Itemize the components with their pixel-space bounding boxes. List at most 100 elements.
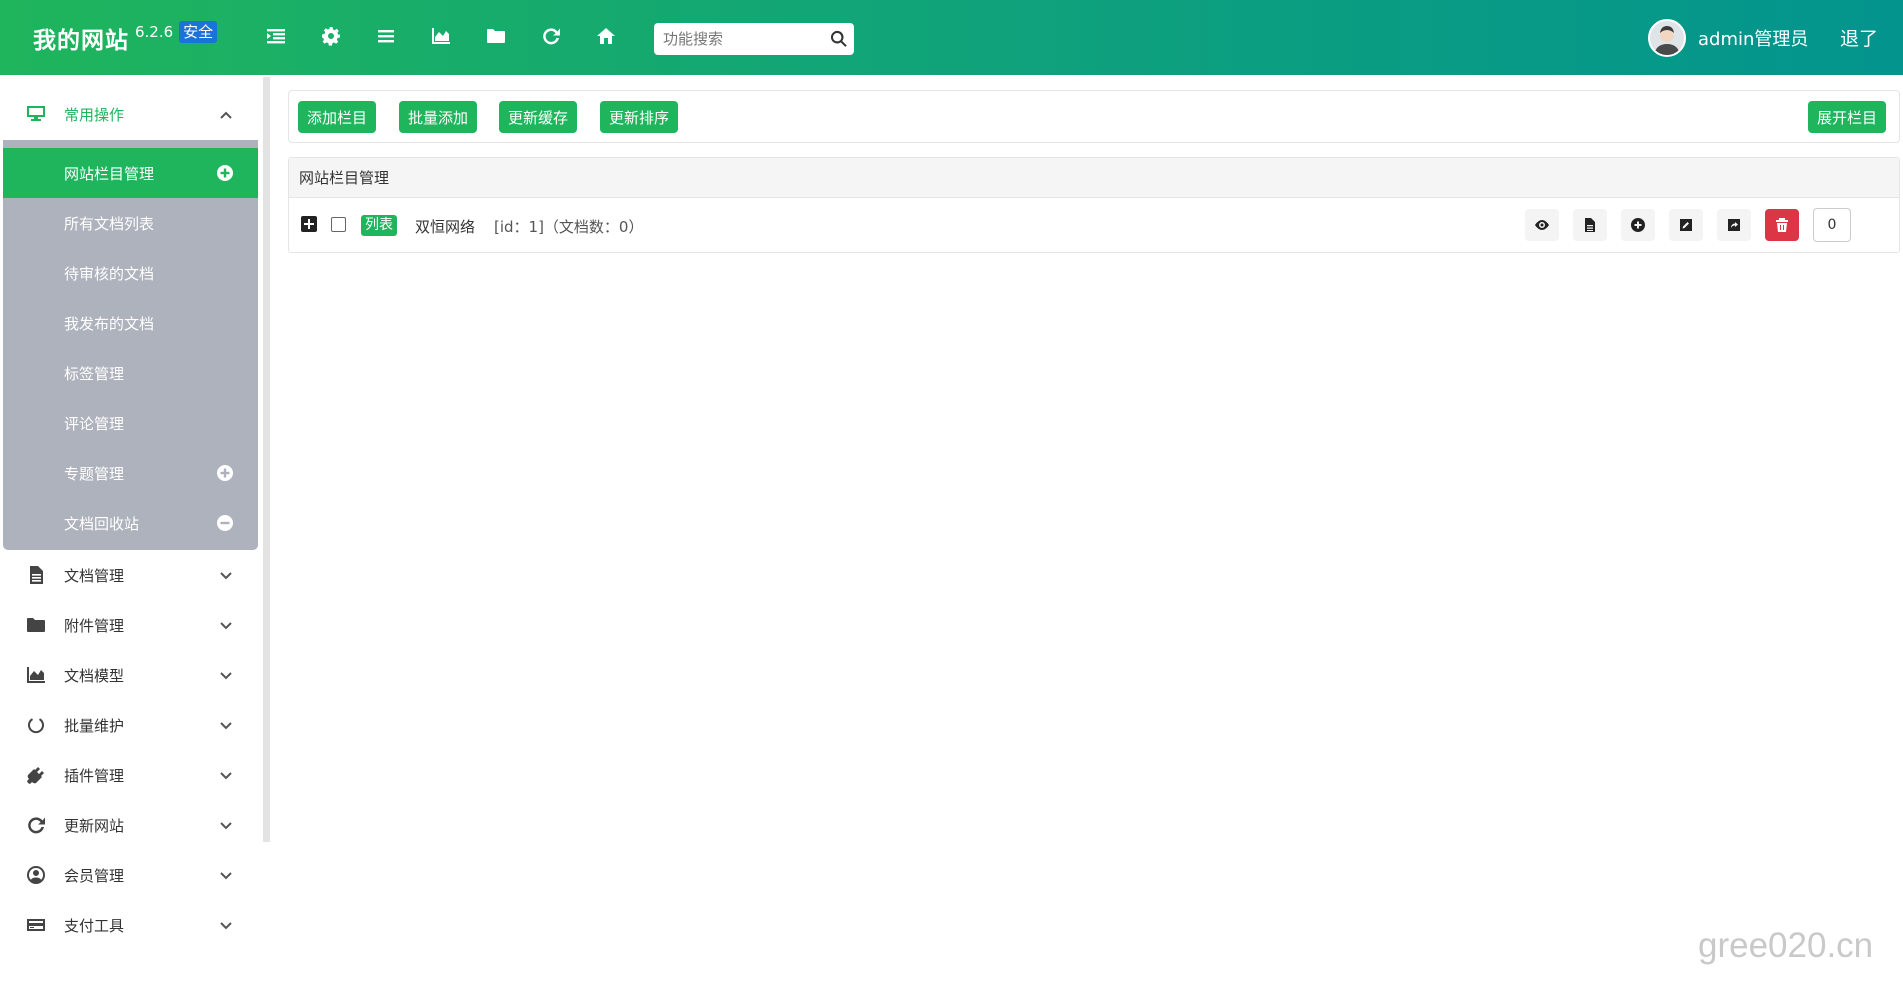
avatar[interactable] (1648, 19, 1686, 57)
plus-circle-icon[interactable] (1621, 209, 1655, 241)
submenu-item-label: 标签管理 (64, 364, 125, 383)
action-bar: 添加栏目 批量添加 更新缓存 更新排序 展开栏目 (288, 90, 1900, 143)
chevron-up-icon[interactable] (219, 108, 233, 122)
eye-icon[interactable] (1525, 209, 1559, 241)
area-chart-icon[interactable] (427, 22, 455, 50)
user-menu[interactable]: admin管理员 (1648, 19, 1808, 57)
submenu-item-label: 网站栏目管理 (64, 164, 155, 183)
minus-circle-icon[interactable] (216, 514, 234, 532)
chevron-down-icon[interactable] (219, 818, 233, 832)
update-cache-button[interactable]: 更新缓存 (499, 101, 578, 133)
circle-notch-icon (26, 715, 46, 735)
list-icon[interactable] (372, 22, 400, 50)
credit-card-icon (26, 915, 46, 935)
refresh-icon (26, 815, 46, 835)
submenu-item-comments[interactable]: 评论管理 (3, 398, 258, 448)
logout-link[interactable]: 退了 (1840, 24, 1878, 51)
plus-square-icon[interactable] (301, 216, 317, 232)
submenu-item-all-docs[interactable]: 所有文档列表 (3, 198, 258, 248)
menu-group-label: 支付工具 (64, 916, 125, 935)
sidebar: 常用操作 网站栏目管理 所有文档列表 待审核的文档 我发布的文档 标签管理 评论… (0, 75, 265, 950)
trash-icon[interactable] (1765, 209, 1799, 241)
top-header: 我的网站 6.2.6 安全 功能搜索 admin管理员 退了 (0, 0, 1903, 75)
plug-icon (26, 765, 46, 785)
menu-group-models[interactable]: 文档模型 (0, 650, 265, 700)
menu-group-update-site[interactable]: 更新网站 (0, 800, 265, 850)
menu-group-label: 常用操作 (64, 106, 125, 124)
search-box (654, 23, 854, 55)
chevron-down-icon[interactable] (219, 868, 233, 882)
sidebar-scrollbar[interactable] (263, 77, 270, 842)
submenu-item-column-manage[interactable]: 网站栏目管理 (3, 148, 258, 198)
submenu-item-recycle-bin[interactable]: 文档回收站 (3, 498, 258, 548)
expand-columns-button[interactable]: 展开栏目 (1808, 101, 1887, 133)
menu-group-common[interactable]: 常用操作 (0, 75, 265, 140)
batch-add-button[interactable]: 批量添加 (399, 101, 478, 133)
folder-icon (26, 615, 46, 635)
column-name-link[interactable]: 双恒网络 (415, 216, 475, 237)
version-label: 6.2.6 (135, 23, 174, 41)
search-icon[interactable] (824, 24, 854, 54)
submenu-item-label: 专题管理 (64, 464, 125, 483)
menu-group-payment[interactable]: 支付工具 (0, 900, 265, 950)
menu-group-label: 文档管理 (64, 566, 125, 585)
refresh-icon[interactable] (537, 22, 565, 50)
chevron-down-icon[interactable] (219, 618, 233, 632)
menu-group-plugins[interactable]: 插件管理 (0, 750, 265, 800)
chevron-down-icon[interactable] (219, 668, 233, 682)
menu-group-docs[interactable]: 文档管理 (0, 550, 265, 600)
submenu-panel: 网站栏目管理 所有文档列表 待审核的文档 我发布的文档 标签管理 评论管理 专题… (3, 140, 258, 550)
edit-icon[interactable] (1669, 209, 1703, 241)
file-text-icon (26, 565, 46, 585)
row-checkbox[interactable] (331, 217, 346, 232)
submenu-item-pending-docs[interactable]: 待审核的文档 (3, 248, 258, 298)
submenu-item-tags[interactable]: 标签管理 (3, 348, 258, 398)
submenu-item-topics[interactable]: 专题管理 (3, 448, 258, 498)
update-sort-button[interactable]: 更新排序 (600, 101, 679, 133)
submenu-item-my-docs[interactable]: 我发布的文档 (3, 298, 258, 348)
username[interactable]: admin管理员 (1698, 25, 1808, 51)
share-icon[interactable] (1717, 209, 1751, 241)
security-badge: 安全 (179, 21, 218, 43)
column-list-panel: 网站栏目管理 列表 双恒网络 [id：1]（文档数：0） (288, 157, 1900, 253)
folder-icon[interactable] (482, 22, 510, 50)
chevron-down-icon[interactable] (219, 718, 233, 732)
search-input[interactable] (654, 24, 824, 54)
submenu-item-label: 文档回收站 (64, 514, 140, 533)
add-column-button[interactable]: 添加栏目 (298, 101, 377, 133)
chevron-down-icon[interactable] (219, 568, 233, 582)
row-actions (1525, 208, 1851, 242)
brand-name[interactable]: 我的网站 (33, 21, 129, 55)
menu-group-label: 批量维护 (64, 716, 125, 735)
plus-circle-icon[interactable] (216, 464, 234, 482)
header-toolbar (262, 22, 647, 50)
gear-icon[interactable] (317, 22, 345, 50)
area-chart-icon (26, 665, 46, 685)
user-circle-icon (26, 865, 46, 885)
menu-group-members[interactable]: 会员管理 (0, 850, 265, 900)
menu-group-label: 插件管理 (64, 766, 125, 785)
type-tag: 列表 (361, 215, 397, 236)
submenu-item-label: 我发布的文档 (64, 314, 155, 333)
submenu-item-label: 评论管理 (64, 414, 125, 433)
home-icon[interactable] (592, 22, 620, 50)
brand[interactable]: 我的网站 6.2.6 安全 (33, 21, 218, 55)
menu-group-label: 更新网站 (64, 816, 125, 835)
chevron-down-icon[interactable] (219, 918, 233, 932)
table-row: 列表 双恒网络 [id：1]（文档数：0） (289, 198, 1899, 253)
menu-toggle-icon[interactable] (262, 22, 290, 50)
menu-group-label: 会员管理 (64, 866, 125, 885)
desktop-icon (26, 103, 46, 123)
submenu-item-label: 所有文档列表 (64, 214, 155, 233)
menu-group-attachments[interactable]: 附件管理 (0, 600, 265, 650)
watermark: gree020.cn (1698, 926, 1874, 965)
sort-order-input[interactable] (1813, 208, 1851, 242)
column-meta: [id：1]（文档数：0） (494, 218, 644, 236)
chevron-down-icon[interactable] (219, 768, 233, 782)
menu-group-label: 附件管理 (64, 616, 125, 635)
menu-group-label: 文档模型 (64, 666, 125, 685)
menu-group-batch[interactable]: 批量维护 (0, 700, 265, 750)
plus-circle-icon[interactable] (216, 164, 234, 182)
panel-title: 网站栏目管理 (289, 158, 1899, 198)
file-text-icon[interactable] (1573, 209, 1607, 241)
